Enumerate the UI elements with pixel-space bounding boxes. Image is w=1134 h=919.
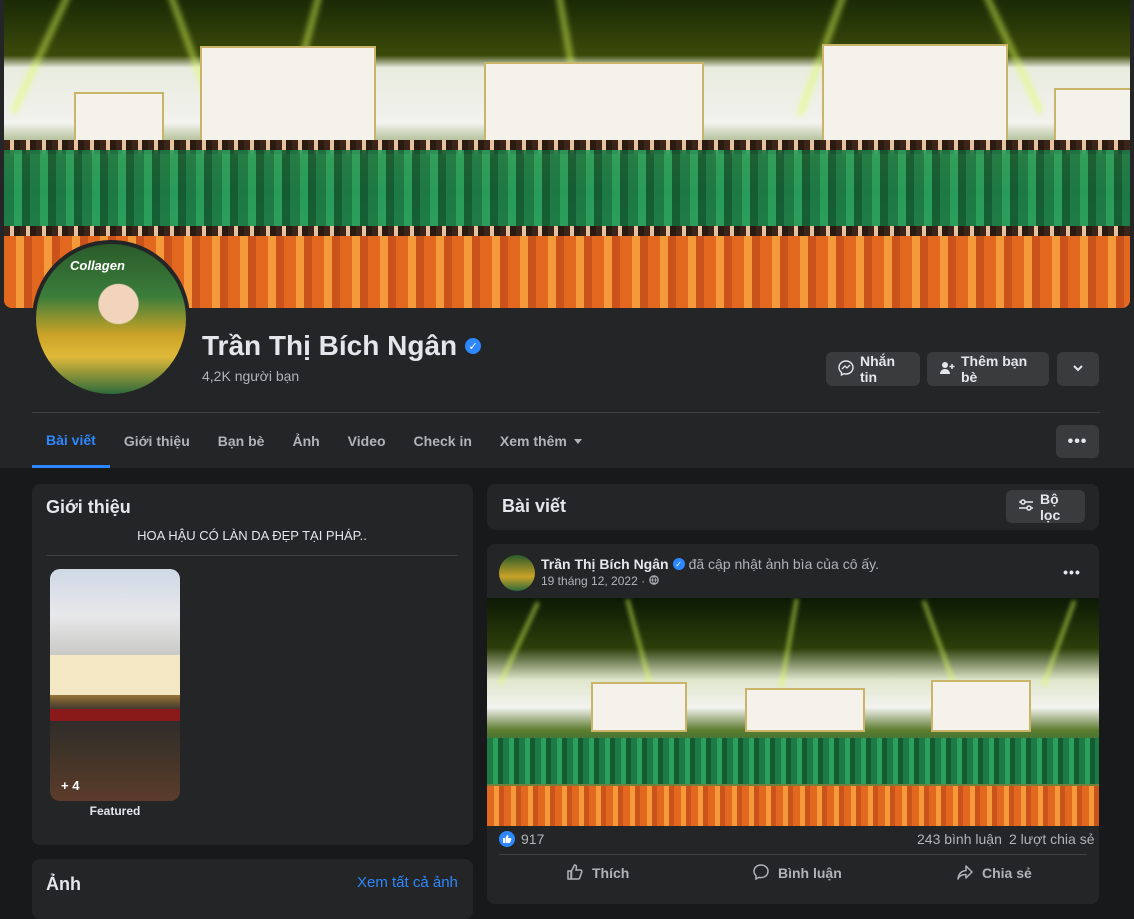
- tab-checkins[interactable]: Check in: [400, 414, 486, 468]
- featured-count: + 4: [61, 778, 80, 793]
- share-button[interactable]: Chia sẻ: [956, 858, 1032, 888]
- post-options-button[interactable]: •••: [1055, 557, 1089, 587]
- friends-count[interactable]: 4,2K người bạn: [202, 368, 299, 384]
- post-header: Trần Thị Bích Ngân ✓ đã cập nhật ảnh bìa…: [541, 556, 879, 572]
- like-reaction-icon: [499, 831, 515, 847]
- add-friend-button[interactable]: Thêm bạn bè: [927, 352, 1049, 386]
- actions-divider: [499, 854, 1087, 855]
- featured-label[interactable]: Featured: [50, 804, 180, 818]
- chevron-down-icon: [1072, 361, 1084, 377]
- ellipsis-icon: •••: [1067, 432, 1088, 450]
- ellipsis-icon: •••: [1063, 564, 1081, 580]
- tab-photos[interactable]: Ảnh: [278, 414, 333, 468]
- post-author-name[interactable]: Trần Thị Bích Ngân: [541, 556, 669, 572]
- post-author-avatar[interactable]: [499, 555, 535, 591]
- tab-posts-label: Bài viết: [46, 431, 96, 448]
- tab-videos[interactable]: Video: [334, 414, 400, 468]
- tab-checkins-label: Check in: [413, 433, 472, 449]
- more-actions-button[interactable]: [1057, 352, 1099, 386]
- globe-icon: [649, 574, 659, 588]
- reactions-count: 917: [521, 831, 545, 847]
- verified-badge-icon: ✓: [672, 558, 685, 570]
- shares-count[interactable]: 2 lượt chia sẻ: [1009, 831, 1094, 847]
- profile-name-text: Trần Thị Bích Ngân: [202, 330, 458, 361]
- intro-title: Giới thiệu: [46, 497, 131, 517]
- add-friend-button-label: Thêm bạn bè: [961, 353, 1028, 385]
- post-date-text[interactable]: 19 tháng 12, 2022 ·: [541, 574, 645, 588]
- tab-photos-label: Ảnh: [292, 433, 320, 449]
- cover-photo[interactable]: [4, 0, 1130, 308]
- tab-more[interactable]: Xem thêm: [486, 414, 597, 468]
- tabs-more-options-button[interactable]: •••: [1056, 425, 1099, 458]
- tab-more-label: Xem thêm: [499, 433, 567, 449]
- message-button[interactable]: Nhắn tin: [826, 352, 920, 386]
- comment-button-label: Bình luận: [778, 865, 842, 881]
- post-action-text: đã cập nhật ảnh bìa của cô ấy.: [688, 556, 880, 572]
- reactions-summary[interactable]: 917: [499, 831, 544, 847]
- post-date: 19 tháng 12, 2022 ·: [541, 574, 659, 588]
- like-button-label: Thích: [592, 865, 630, 881]
- tab-posts[interactable]: Bài viết: [32, 414, 110, 468]
- tab-videos-label: Video: [347, 433, 386, 449]
- add-friend-icon: [939, 360, 955, 379]
- tab-about-label: Giới thiệu: [123, 433, 190, 449]
- header-divider: [32, 412, 1100, 413]
- photos-title: Ảnh: [46, 874, 81, 894]
- bio-text: HOA HẬU CÓ LÀN DA ĐẸP TẠI PHÁP..: [137, 528, 367, 543]
- comments-count[interactable]: 243 bình luận: [917, 831, 1002, 847]
- comment-button[interactable]: Bình luận: [752, 858, 842, 888]
- avatar-logo-text: Collagen: [70, 258, 125, 273]
- messenger-icon: [838, 359, 854, 379]
- see-all-photos-link[interactable]: Xem tất cả ảnh: [357, 874, 458, 891]
- bio-divider: [46, 555, 458, 556]
- profile-tabs: Bài viết Giới thiệu Bạn bè Ảnh Video Che…: [32, 414, 597, 468]
- message-button-label: Nhắn tin: [860, 353, 895, 385]
- posts-title: Bài viết: [502, 496, 567, 516]
- share-button-label: Chia sẻ: [982, 865, 1032, 881]
- thumbs-up-icon: [566, 863, 584, 884]
- caret-down-icon: [573, 433, 583, 449]
- filter-icon: [1018, 498, 1034, 515]
- tab-about[interactable]: Giới thiệu: [110, 414, 204, 468]
- featured-collection[interactable]: [50, 569, 180, 801]
- profile-avatar[interactable]: Collagen: [32, 240, 190, 398]
- verified-badge-icon: ✓: [465, 338, 482, 354]
- like-button[interactable]: Thích: [566, 858, 629, 888]
- comment-bubble-icon: [752, 863, 770, 884]
- post-image[interactable]: [487, 598, 1099, 826]
- filter-button-label: Bộ lọc: [1040, 490, 1061, 523]
- filter-button[interactable]: Bộ lọc: [1006, 490, 1085, 523]
- profile-name: Trần Thị Bích Ngân ✓: [202, 330, 482, 362]
- tab-friends-label: Bạn bè: [217, 433, 265, 449]
- tab-friends[interactable]: Bạn bè: [204, 414, 279, 468]
- share-arrow-icon: [956, 863, 974, 884]
